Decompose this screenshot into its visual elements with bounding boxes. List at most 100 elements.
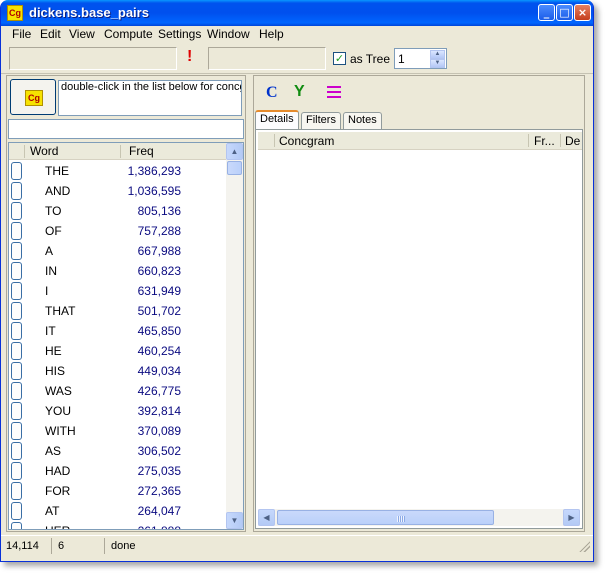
word-search-input[interactable] [8, 119, 244, 139]
row-indicator[interactable] [11, 302, 22, 320]
list-lines-icon[interactable] [327, 86, 341, 98]
scroll-left-icon[interactable]: ◀ [258, 509, 275, 526]
list-item[interactable]: YOU 392,814 [9, 401, 227, 421]
freq-cell: 805,136 [137, 204, 181, 218]
concgram-button[interactable]: Cg [10, 79, 56, 115]
row-indicator[interactable] [11, 502, 22, 520]
minimize-button[interactable]: _ [538, 4, 555, 21]
row-indicator[interactable] [11, 242, 22, 260]
spin-down-icon[interactable]: ▼ [430, 59, 445, 68]
concgram-c-icon[interactable]: C [266, 84, 278, 102]
row-indicator[interactable] [11, 422, 22, 440]
menu-help[interactable]: Help [257, 26, 286, 44]
list-item[interactable]: AND 1,036,595 [9, 181, 227, 201]
row-indicator[interactable] [11, 402, 22, 420]
word-cell: IN [45, 264, 57, 278]
row-indicator[interactable] [11, 522, 22, 529]
list-item[interactable]: IT 465,850 [9, 321, 227, 341]
row-indicator[interactable] [11, 262, 22, 280]
status-count: 14,114 [6, 540, 39, 552]
menu-view[interactable]: View [67, 26, 97, 44]
word-list[interactable]: Word Freq THE 1,386,293 AND 1,036,595 TO 805,… [8, 142, 244, 530]
word-cell: YOU [45, 404, 72, 418]
list-item[interactable]: THAT 501,702 [9, 301, 227, 321]
row-indicator[interactable] [11, 382, 22, 400]
word-list-scrollbar[interactable]: ▲ ▼ [226, 143, 243, 529]
list-item[interactable]: HAD 275,035 [9, 461, 227, 481]
word-cell: TO [45, 204, 62, 218]
row-indicator[interactable] [11, 162, 22, 180]
tree-depth-stepper[interactable]: 1 ▲ ▼ [394, 48, 447, 69]
scroll-thumb[interactable] [277, 510, 494, 525]
word-cell: HIS [45, 364, 66, 378]
tree-depth-value[interactable]: 1 [398, 52, 405, 66]
concgram-pane: C Y Details Filters Notes Concgram Fr...… [253, 75, 585, 532]
row-indicator[interactable] [11, 202, 22, 220]
list-item[interactable]: A 667,988 [9, 241, 227, 261]
row-indicator[interactable] [11, 222, 22, 240]
list-item[interactable]: I 631,949 [9, 281, 227, 301]
app-window: Cg dickens.base_pairs _ □ × File Edit Vi… [0, 0, 594, 562]
exclamation-icon[interactable]: ! [187, 48, 192, 66]
menu-edit[interactable]: Edit [38, 26, 63, 44]
list-item[interactable]: FOR 272,365 [9, 481, 227, 501]
word-cell: AS [45, 444, 62, 458]
scroll-down-icon[interactable]: ▼ [226, 512, 243, 529]
row-indicator[interactable] [11, 342, 22, 360]
word-rows: THE 1,386,293 AND 1,036,595 TO 805,136 OF 757,2… [9, 161, 227, 529]
tab-filters[interactable]: Filters [301, 112, 341, 129]
scroll-right-icon[interactable]: ▶ [563, 509, 580, 526]
row-indicator[interactable] [11, 462, 22, 480]
column-header-freq[interactable]: Freq [129, 144, 154, 159]
row-indicator[interactable] [11, 362, 22, 380]
freq-cell: 426,775 [137, 384, 181, 398]
resize-grip-icon[interactable] [578, 540, 590, 552]
details-panel[interactable]: Concgram Fr... De ◀ ▶ [255, 129, 583, 529]
column-header-word[interactable]: Word [30, 144, 58, 159]
scroll-up-icon[interactable]: ▲ [226, 143, 243, 160]
spin-up-icon[interactable]: ▲ [430, 50, 445, 59]
list-item[interactable]: AT 264,047 [9, 501, 227, 521]
list-item[interactable]: OF 757,288 [9, 221, 227, 241]
tab-notes[interactable]: Notes [343, 112, 382, 129]
scroll-thumb[interactable] [227, 161, 242, 175]
column-separator [528, 134, 529, 147]
window-title: dickens.base_pairs [29, 5, 149, 20]
list-item[interactable]: TO 805,136 [9, 201, 227, 221]
title-bar[interactable]: Cg dickens.base_pairs _ □ × [1, 0, 593, 26]
freq-cell: 370,089 [137, 424, 181, 438]
menu-window[interactable]: Window [205, 26, 252, 44]
toolbar: ! ✓ as Tree 1 ▲ ▼ [1, 44, 593, 74]
close-button[interactable]: × [574, 4, 591, 21]
list-item[interactable]: IN 660,823 [9, 261, 227, 281]
row-indicator[interactable] [11, 322, 22, 340]
list-item[interactable]: WAS 426,775 [9, 381, 227, 401]
menu-compute[interactable]: Compute [102, 26, 155, 44]
word-cell: AT [45, 504, 60, 518]
list-item[interactable]: WITH 370,089 [9, 421, 227, 441]
concgram-grid-header: Concgram Fr... De [258, 132, 582, 150]
maximize-button[interactable]: □ [556, 4, 573, 21]
word-list-header: Word Freq [9, 143, 227, 160]
details-hscrollbar[interactable]: ◀ ▶ [258, 509, 580, 526]
row-indicator[interactable] [11, 482, 22, 500]
list-item[interactable]: AS 306,502 [9, 441, 227, 461]
list-item[interactable]: HE 460,254 [9, 341, 227, 361]
column-header-concgram[interactable]: Concgram [279, 134, 334, 148]
menu-file[interactable]: File [10, 26, 33, 44]
list-item[interactable]: HER 261,888 [9, 521, 227, 529]
row-indicator[interactable] [11, 182, 22, 200]
status-bar: 14,114 6 done [1, 535, 593, 555]
freq-cell: 460,254 [137, 344, 181, 358]
as-tree-checkbox[interactable]: ✓ [333, 52, 346, 65]
freq-cell: 261,888 [109, 524, 181, 529]
list-item[interactable]: HIS 449,034 [9, 361, 227, 381]
list-item[interactable]: THE 1,386,293 [9, 161, 227, 181]
tab-details[interactable]: Details [255, 110, 299, 130]
row-indicator[interactable] [11, 442, 22, 460]
column-header-freq[interactable]: Fr... [534, 134, 555, 148]
row-indicator[interactable] [11, 282, 22, 300]
column-header-de[interactable]: De [565, 134, 580, 148]
menu-settings[interactable]: Settings [156, 26, 203, 44]
split-y-icon[interactable]: Y [294, 83, 305, 101]
